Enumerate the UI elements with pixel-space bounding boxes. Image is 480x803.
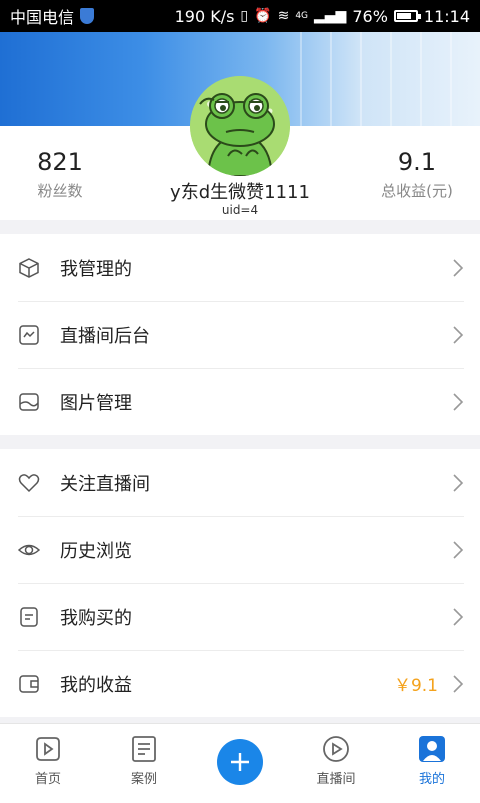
alarm-icon: ⏰ xyxy=(254,8,272,24)
chevron-right-icon xyxy=(452,674,464,694)
nav-cases[interactable]: 案例 xyxy=(96,724,192,803)
nav-home[interactable]: 首页 xyxy=(0,724,96,803)
nav-label: 我的 xyxy=(418,772,445,787)
chevron-right-icon xyxy=(452,258,464,278)
carrier-name: 中国电信 xyxy=(10,8,75,27)
menu-item-image-management[interactable]: 图片管理 xyxy=(0,368,480,435)
fans-label: 粉丝数 xyxy=(37,182,83,200)
menu-item-followed-rooms[interactable]: 关注直播间 xyxy=(0,449,480,516)
play-circle-icon xyxy=(321,734,351,764)
chevron-right-icon xyxy=(452,473,464,493)
menu-item-label: 历史浏览 xyxy=(60,540,132,562)
plus-icon xyxy=(217,739,263,785)
menu-group-manage: 我管理的 直播间后台 图片管理 xyxy=(0,234,480,435)
income-value: 9.1 xyxy=(397,148,437,176)
menu-item-my-earnings[interactable]: 我的收益 ￥9.1 xyxy=(0,650,480,717)
signal-icon: ▂▄▆ xyxy=(314,8,347,24)
income-label: 总收益(元) xyxy=(381,182,453,200)
document-icon xyxy=(129,734,159,764)
nav-label: 首页 xyxy=(34,772,61,787)
clock: 11:14 xyxy=(423,6,470,26)
menu-item-history[interactable]: 历史浏览 xyxy=(0,516,480,583)
receipt-icon xyxy=(18,606,40,628)
menu-item-live-backend[interactable]: 直播间后台 xyxy=(0,301,480,368)
nav-live-room[interactable]: 直播间 xyxy=(288,724,384,803)
menu-item-label: 直播间后台 xyxy=(60,325,150,347)
wifi-icon: ≋ xyxy=(277,8,290,24)
menu-item-label: 我的收益 xyxy=(60,674,132,696)
menu-item-managed[interactable]: 我管理的 xyxy=(0,234,480,301)
bottom-nav: 首页 案例 直播间 我的 xyxy=(0,723,480,803)
status-bar: 中国电信 190 K/s ▯ ⏰ ≋ 4G ▂▄▆ 76% 11:14 xyxy=(0,0,480,32)
user-icon xyxy=(417,734,447,764)
chevron-right-icon xyxy=(452,607,464,627)
nav-label: 直播间 xyxy=(316,772,356,787)
shield-icon xyxy=(80,8,95,24)
fans-count: 821 xyxy=(37,148,83,176)
menu-item-label: 关注直播间 xyxy=(60,473,150,495)
avatar[interactable] xyxy=(190,76,290,176)
fans-stat[interactable]: 821 粉丝数 xyxy=(20,148,100,201)
monitor-wave-icon xyxy=(18,324,40,346)
network-type: 4G xyxy=(295,11,309,21)
user-uid: uid=4 xyxy=(221,203,259,217)
cube-icon xyxy=(18,257,40,279)
chevron-right-icon xyxy=(452,325,464,345)
menu-item-label: 图片管理 xyxy=(60,392,132,414)
menu-item-label: 我购买的 xyxy=(60,607,132,629)
nav-mine[interactable]: 我的 xyxy=(384,724,480,803)
wallet-icon xyxy=(18,673,40,695)
image-icon xyxy=(18,391,40,413)
network-speed: 190 K/s xyxy=(174,6,235,26)
menu-item-label: 我管理的 xyxy=(60,258,132,280)
eye-icon xyxy=(18,539,40,561)
nav-create[interactable] xyxy=(192,724,288,803)
battery-percent: 76% xyxy=(352,6,388,26)
vibrate-icon: ▯ xyxy=(240,8,249,24)
user-name: y东d生微赞1111 xyxy=(170,182,310,203)
earnings-value: ￥9.1 xyxy=(393,676,438,696)
income-stat[interactable]: 9.1 总收益(元) xyxy=(372,148,462,201)
chevron-right-icon xyxy=(452,392,464,412)
play-square-icon xyxy=(33,734,63,764)
battery-icon xyxy=(393,10,421,22)
nav-label: 案例 xyxy=(130,772,157,787)
menu-group-personal: 关注直播间 历史浏览 我购买的 我的收益 ￥9.1 xyxy=(0,449,480,717)
menu-item-purchased[interactable]: 我购买的 xyxy=(0,583,480,650)
heart-icon xyxy=(18,472,40,494)
chevron-right-icon xyxy=(452,540,464,560)
